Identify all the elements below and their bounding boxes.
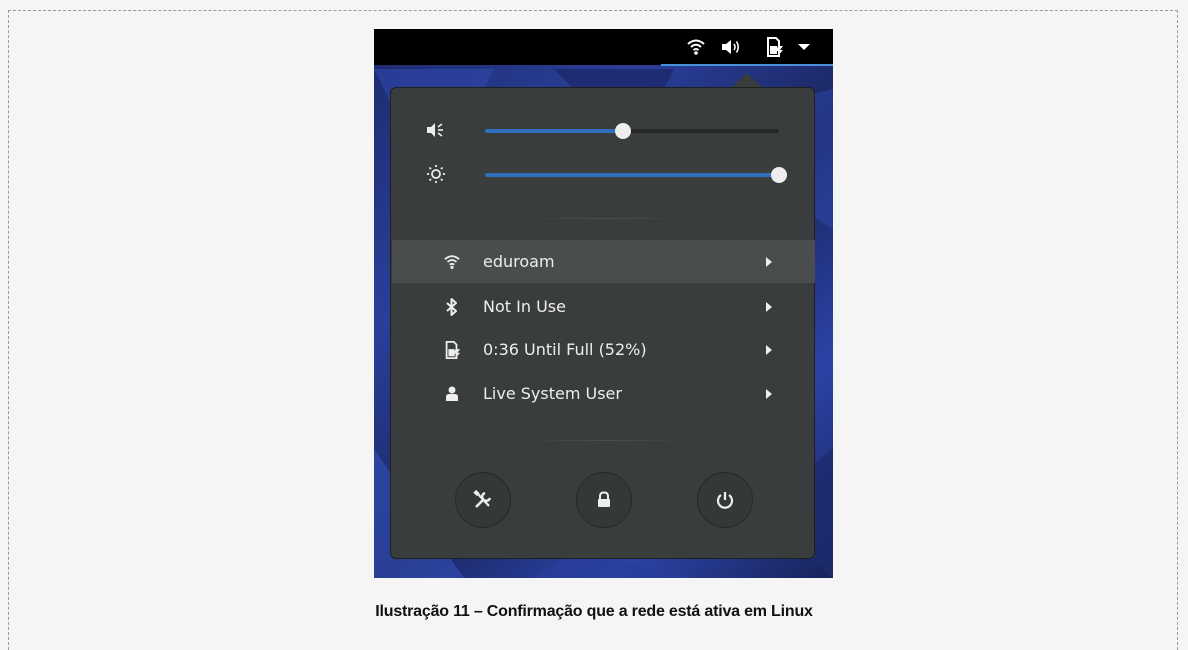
menu-item-battery[interactable]: 0:36 Until Full (52%) xyxy=(392,328,815,371)
top-bar xyxy=(374,29,833,65)
brightness-icon xyxy=(425,164,447,184)
figure-caption: Ilustração 11 – Confirmação que a rede e… xyxy=(375,603,813,620)
lock-icon xyxy=(598,491,610,507)
system-menu: eduroam Not In Use 0:36 Until Full (52%) xyxy=(390,87,815,559)
volume-icon[interactable] xyxy=(720,37,742,57)
menu-item-wifi[interactable]: eduroam xyxy=(392,240,815,283)
settings-icon xyxy=(473,489,492,508)
menu-item-user[interactable]: Live System User xyxy=(392,372,815,415)
volume-icon xyxy=(425,120,447,140)
lock-button[interactable] xyxy=(576,472,632,528)
separator xyxy=(521,440,689,441)
popup-pointer xyxy=(731,73,763,88)
brightness-slider[interactable] xyxy=(485,167,787,183)
volume-slider-handle[interactable] xyxy=(615,123,632,139)
menu-item-label: 0:36 Until Full (52%) xyxy=(483,340,647,359)
wifi-icon xyxy=(442,252,462,272)
battery-icon xyxy=(442,340,462,360)
chevron-right-icon xyxy=(766,301,772,312)
dropdown-arrow-icon[interactable] xyxy=(795,37,813,57)
user-icon xyxy=(442,384,462,404)
battery-icon[interactable] xyxy=(763,37,785,57)
chevron-right-icon xyxy=(766,388,772,399)
bluetooth-icon xyxy=(442,297,462,317)
power-button[interactable] xyxy=(697,472,753,528)
chevron-right-icon xyxy=(766,344,772,355)
brightness-slider-handle[interactable] xyxy=(771,167,787,183)
separator xyxy=(521,218,689,219)
chevron-right-icon xyxy=(766,256,772,267)
volume-slider[interactable] xyxy=(485,123,779,139)
volume-slider-row xyxy=(391,120,814,140)
wifi-icon[interactable] xyxy=(685,37,707,57)
brightness-slider-fill xyxy=(485,173,779,177)
menu-item-label: eduroam xyxy=(483,252,555,271)
volume-slider-fill xyxy=(485,129,624,133)
brightness-slider-row xyxy=(391,164,814,184)
menu-item-label: Not In Use xyxy=(483,297,566,316)
settings-button[interactable] xyxy=(455,472,511,528)
menu-item-label: Live System User xyxy=(483,384,622,403)
menu-item-bluetooth[interactable]: Not In Use xyxy=(392,285,815,328)
screenshot: eduroam Not In Use 0:36 Until Full (52%) xyxy=(374,29,833,578)
power-icon xyxy=(716,492,734,509)
active-indicator xyxy=(661,64,833,66)
